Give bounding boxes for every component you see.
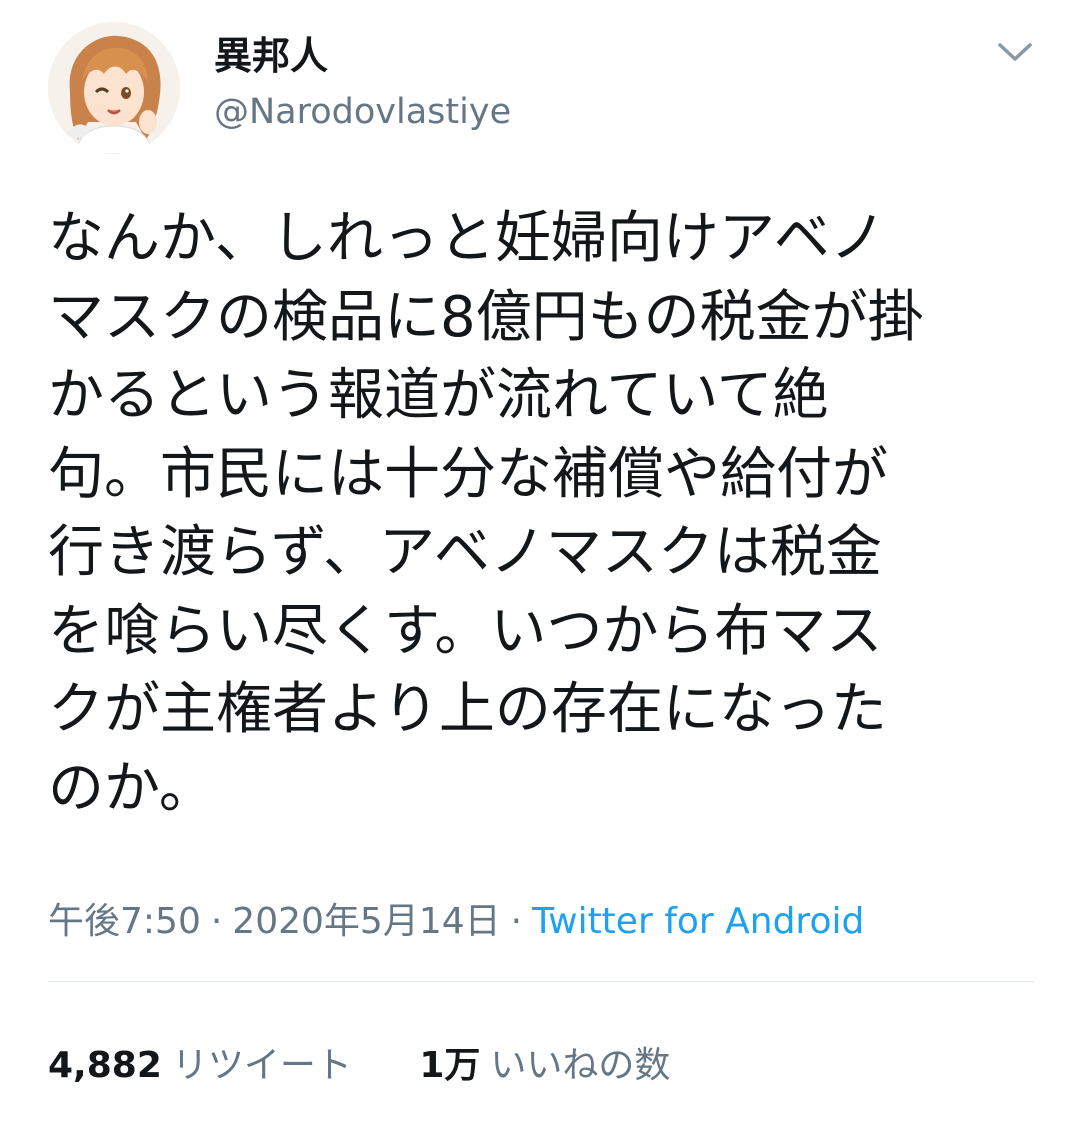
tweet-text: なんか、しれっと妊婦向けアベノ マスクの検品に8億円もの税金が掛 かるという報道… [48,206,924,821]
chevron-down-icon[interactable] [992,36,1038,68]
divider [48,981,1034,982]
author-display-name[interactable]: 異邦人 [214,30,328,82]
avatar[interactable] [48,22,180,154]
avatar-illustration [48,22,180,154]
likes-label: いいねの数 [490,1045,671,1086]
meta-separator: · [210,901,223,942]
tweet-card: 異邦人 @Narodovlastiye なんか、しれっと妊婦向けアベノ マスクの… [0,0,1080,1122]
retweets-count: 4,882 [48,1045,162,1086]
tweet-time[interactable]: 午後7:50 [48,901,201,942]
likes-stat[interactable]: 1万 いいねの数 [419,1040,670,1092]
likes-count: 1万 [419,1045,481,1086]
tweet-date[interactable]: 2020年5月14日 [232,901,500,942]
tweet-source-link[interactable]: Twitter for Android [532,901,864,942]
author-handle[interactable]: @Narodovlastiye [214,88,511,136]
meta-separator: · [510,901,523,942]
tweet-metadata: 午後7:50 · 2020年5月14日 · Twitter for Android [48,896,864,948]
retweets-stat[interactable]: 4,882 リツイート [48,1040,352,1092]
tweet-stats: 4,882 リツイート 1万 いいねの数 [48,1040,670,1092]
retweets-label: リツイート [171,1045,352,1086]
